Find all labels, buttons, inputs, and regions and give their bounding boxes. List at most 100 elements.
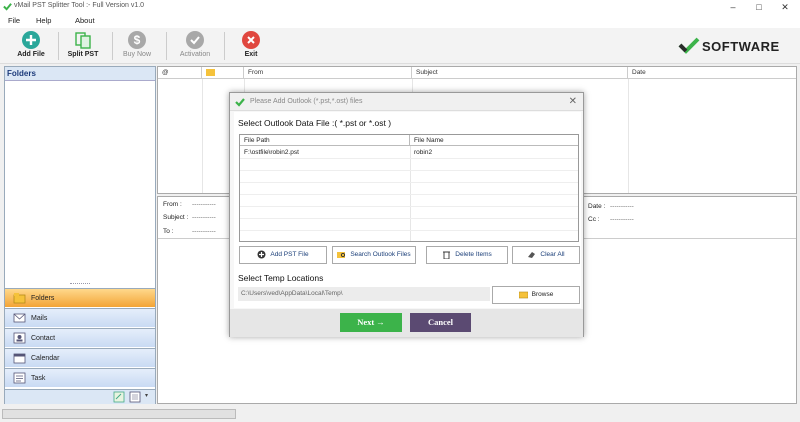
subject-column-header[interactable]: Subject	[412, 67, 628, 79]
brand-check-icon	[678, 37, 700, 54]
app-logo-icon	[235, 98, 245, 107]
minimize-button[interactable]: –	[720, 1, 746, 13]
folders-panel-title: Folders	[5, 67, 155, 81]
calendar-icon	[13, 353, 26, 364]
buy-now-button[interactable]: $ Buy Now	[112, 31, 162, 61]
file-table: File Path File Name F:\ostfile\robin2.ps…	[239, 134, 579, 242]
clear-all-button[interactable]: Clear All	[512, 246, 580, 264]
menu-about[interactable]: About	[75, 16, 95, 25]
notes-icon[interactable]	[113, 391, 125, 403]
close-window-button[interactable]: ✕	[772, 1, 798, 13]
menu-bar: File Help About	[0, 14, 800, 28]
split-pst-button[interactable]: Split PST	[58, 31, 108, 61]
splitter-grip[interactable]	[70, 283, 90, 285]
split-pst-label: Split PST	[67, 51, 99, 58]
row-divider	[240, 218, 578, 219]
contact-icon	[13, 332, 26, 344]
folder-icon	[13, 293, 26, 304]
left-panel: Folders Folders Mails Contact Calendar T…	[4, 66, 156, 404]
flag-column-header[interactable]	[202, 67, 244, 79]
nav-mails[interactable]: Mails	[5, 308, 155, 327]
date-value: -----------	[610, 203, 634, 210]
add-file-button[interactable]: Add File	[6, 31, 56, 61]
row-divider	[240, 182, 578, 183]
from-label: From :	[163, 201, 182, 208]
browse-button[interactable]: Browse	[492, 286, 580, 304]
column-divider	[628, 79, 629, 193]
nav-contact-label: Contact	[31, 335, 56, 342]
next-button[interactable]: Next →	[340, 313, 402, 332]
table-row[interactable]: F:\ostfile\robin2.pst robin2	[240, 147, 578, 158]
dollar-icon: $	[128, 31, 146, 49]
split-icon	[74, 31, 92, 49]
add-files-dialog: Please Add Outlook (*.pst,*.ost) files ✕…	[229, 92, 584, 337]
nav-task[interactable]: Task	[5, 368, 155, 387]
maximize-button[interactable]: □	[746, 1, 772, 13]
row-divider	[240, 230, 578, 231]
journal-icon[interactable]	[129, 391, 141, 403]
subject-value: -----------	[192, 214, 216, 221]
nav-overflow-chevron-icon[interactable]: ▾	[145, 392, 148, 399]
to-label: To :	[163, 228, 174, 235]
add-pst-file-button[interactable]: Add PST File	[239, 246, 327, 264]
delete-items-label: Delete Items	[455, 251, 492, 258]
dialog-close-button[interactable]: ✕	[569, 96, 577, 107]
toolbar-separator	[224, 32, 225, 60]
brand-logo: SOFTWARE	[678, 36, 780, 54]
attachment-icon: @	[162, 69, 169, 76]
mail-icon	[13, 313, 26, 323]
to-value: -----------	[192, 228, 216, 235]
attachment-column-header[interactable]: @	[158, 67, 202, 79]
dialog-title: Please Add Outlook (*.pst,*.ost) files	[250, 98, 363, 105]
cc-label: Cc :	[588, 216, 600, 223]
nav-calendar[interactable]: Calendar	[5, 348, 155, 367]
select-file-heading: Select Outlook Data File :( *.pst or *.o…	[238, 118, 392, 128]
add-circle-icon	[257, 250, 266, 259]
file-name-cell: robin2	[414, 149, 433, 156]
nav-footer: ▾	[5, 389, 155, 404]
column-divider	[202, 79, 203, 193]
folder-icon	[518, 290, 528, 299]
cancel-button[interactable]: Cancel	[410, 313, 471, 332]
add-file-label: Add File	[17, 51, 45, 58]
menu-help[interactable]: Help	[36, 16, 51, 25]
nav-folders-label: Folders	[31, 295, 55, 302]
eraser-icon	[527, 250, 536, 259]
status-progress-bar	[2, 409, 236, 419]
dialog-title-bar: Please Add Outlook (*.pst,*.ost) files ✕	[230, 93, 583, 111]
add-pst-file-label: Add PST File	[270, 251, 309, 258]
app-logo-icon	[3, 3, 12, 11]
nav-contact[interactable]: Contact	[5, 328, 155, 347]
browse-label: Browse	[531, 291, 554, 298]
from-value: -----------	[192, 201, 216, 208]
from-column-header[interactable]: From	[244, 67, 412, 79]
toolbar-separator	[166, 32, 167, 60]
trash-icon	[442, 250, 451, 260]
title-bar: vMail PST Splitter Tool :- Full Version …	[0, 0, 800, 14]
file-path-cell: F:\ostfile\robin2.pst	[244, 149, 299, 156]
window-title: vMail PST Splitter Tool :- Full Version …	[14, 2, 145, 9]
nav-folders[interactable]: Folders	[5, 288, 155, 307]
file-path-column-header[interactable]: File Path	[240, 135, 410, 146]
nav-mails-label: Mails	[31, 315, 48, 322]
exit-label: Exit	[244, 51, 258, 58]
envelope-icon	[206, 69, 215, 76]
delete-items-button[interactable]: Delete Items	[426, 246, 508, 264]
brand-text: SOFTWARE	[702, 39, 780, 54]
date-label: Date :	[588, 203, 606, 210]
date-column-header[interactable]: Date	[628, 67, 796, 79]
temp-path-field[interactable]: C:\Users\ved\AppData\Local\Temp\	[238, 287, 490, 301]
activation-button[interactable]: Activation	[170, 31, 220, 61]
add-icon	[22, 31, 40, 49]
exit-button[interactable]: Exit	[226, 31, 276, 61]
activation-label: Activation	[179, 51, 211, 58]
search-outlook-files-button[interactable]: Search Outlook Files	[332, 246, 416, 264]
row-divider	[240, 170, 578, 171]
task-icon	[13, 372, 26, 384]
dialog-footer: Next → Cancel	[230, 309, 583, 337]
menu-file[interactable]: File	[8, 16, 20, 25]
search-outlook-files-label: Search Outlook Files	[350, 251, 411, 258]
row-divider	[240, 194, 578, 195]
nav-task-label: Task	[31, 375, 46, 382]
file-name-column-header[interactable]: File Name	[410, 135, 578, 146]
